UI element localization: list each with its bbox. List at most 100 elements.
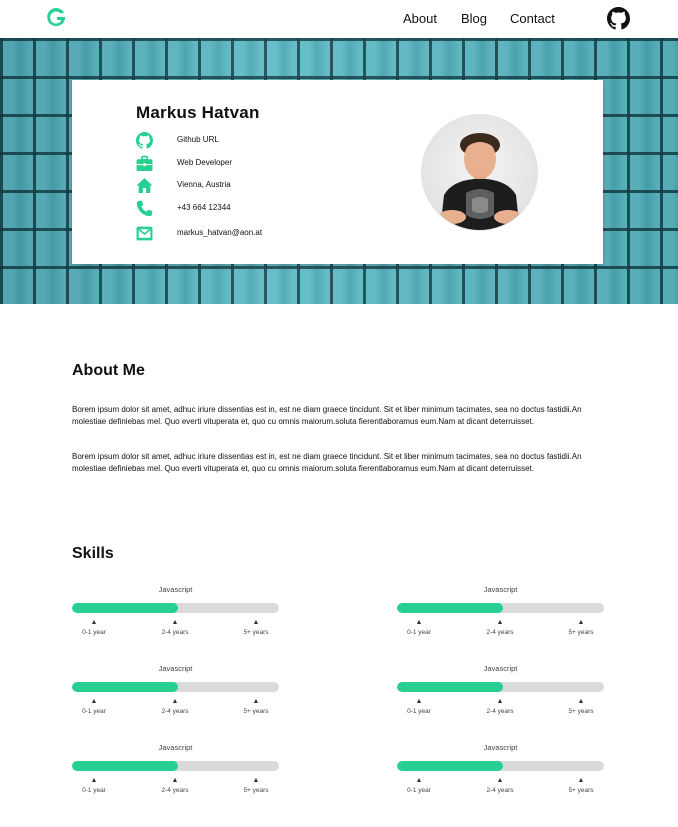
skills-heading: Skills	[72, 545, 114, 562]
tick-arrow-icon: ▲	[171, 698, 179, 705]
tick-arrow-icon: ▲	[496, 777, 504, 784]
email-address[interactable]: markus_hatvan@aon.at	[177, 228, 262, 237]
phone-icon	[136, 200, 153, 217]
tick-arrow-icon: ▲	[496, 619, 504, 626]
skill-name: Javascript	[158, 743, 193, 752]
skill-tick-label: 2-4 years	[161, 787, 189, 794]
tick-arrow-icon: ▲	[415, 777, 423, 784]
skill-name: Javascript	[483, 664, 518, 673]
skill-tick: ▲ 5+ years	[231, 698, 281, 715]
skill-tick: ▲ 0-1 year	[69, 698, 119, 715]
profile-row-phone[interactable]: +43 664 12344	[136, 200, 356, 218]
skill-item: Javascript ▲ 0-1 year ▲ 2-4 years ▲ 5+ year…	[72, 585, 279, 645]
skill-bar	[72, 761, 279, 771]
skill-tick: ▲ 2-4 years	[475, 619, 525, 636]
skill-tick-label: 0-1 year	[407, 787, 431, 794]
avatar-photo	[438, 133, 522, 230]
profile-name: Markus Hatvan	[136, 103, 260, 122]
skill-item: Javascript ▲ 0-1 year ▲ 2-4 years ▲ 5+ year…	[72, 664, 279, 724]
skill-tick-label: 0-1 year	[82, 629, 106, 636]
skill-tick: ▲ 2-4 years	[475, 698, 525, 715]
about-heading: About Me	[72, 362, 145, 379]
tick-arrow-icon: ▲	[171, 777, 179, 784]
skill-tick-label: 5+ years	[568, 629, 594, 636]
profile-row-email[interactable]: markus_hatvan@aon.at	[136, 225, 356, 243]
skill-bar	[397, 761, 604, 771]
skill-item: Javascript ▲ 0-1 year ▲ 2-4 years ▲ 5+ year…	[397, 585, 604, 645]
skill-item: Javascript ▲ 0-1 year ▲ 2-4 years ▲ 5+ year…	[397, 664, 604, 724]
tick-arrow-icon: ▲	[171, 619, 179, 626]
skill-tick-label: 2-4 years	[486, 629, 514, 636]
skill-bar-fill	[72, 682, 178, 692]
skill-tick: ▲ 5+ years	[556, 777, 606, 794]
tick-arrow-icon: ▲	[415, 619, 423, 626]
skill-bar-fill	[72, 761, 178, 771]
skill-bar	[397, 603, 604, 613]
skill-tick-label: 0-1 year	[407, 708, 431, 715]
tick-arrow-icon: ▲	[252, 698, 260, 705]
github-url-link[interactable]: Github URL	[177, 135, 219, 144]
nav-link-contact[interactable]: Contact	[510, 11, 555, 26]
profile-card: Markus Hatvan Github URL Web Developer V…	[72, 80, 603, 264]
skill-tick-label: 5+ years	[243, 787, 269, 794]
skill-tick-label: 5+ years	[568, 708, 594, 715]
about-paragraph: Borem ipsum dolor sit amet, adhuc iriure…	[72, 405, 582, 426]
skill-tick: ▲ 5+ years	[556, 619, 606, 636]
skill-tick-label: 0-1 year	[407, 629, 431, 636]
profile-row-github[interactable]: Github URL	[136, 132, 356, 150]
skill-name: Javascript	[483, 585, 518, 594]
profile-row-location: Vienna, Austria	[136, 177, 356, 195]
home-icon	[136, 178, 153, 193]
nav-link-about[interactable]: About	[403, 11, 437, 26]
phone-number[interactable]: +43 664 12344	[177, 203, 231, 212]
profile-row-job: Web Developer	[136, 155, 356, 173]
skill-bar	[397, 682, 604, 692]
skill-bar-fill	[397, 761, 503, 771]
location: Vienna, Austria	[177, 180, 231, 189]
tick-arrow-icon: ▲	[252, 619, 260, 626]
skill-bar	[72, 603, 279, 613]
skill-tick: ▲ 5+ years	[556, 698, 606, 715]
logo-icon[interactable]	[44, 6, 68, 30]
skill-bar-fill	[397, 682, 503, 692]
skill-tick: ▲ 0-1 year	[394, 777, 444, 794]
skill-tick: ▲ 2-4 years	[150, 619, 200, 636]
nav-link-blog[interactable]: Blog	[461, 11, 487, 26]
job-title: Web Developer	[177, 158, 232, 167]
tick-arrow-icon: ▲	[90, 777, 98, 784]
skill-tick-label: 2-4 years	[161, 629, 189, 636]
tick-arrow-icon: ▲	[90, 698, 98, 705]
skill-tick: ▲ 2-4 years	[475, 777, 525, 794]
mail-icon	[136, 226, 153, 241]
skill-bar-fill	[72, 603, 178, 613]
skill-tick-label: 2-4 years	[486, 708, 514, 715]
tick-arrow-icon: ▲	[415, 698, 423, 705]
skill-bar-fill	[397, 603, 503, 613]
tick-arrow-icon: ▲	[577, 698, 585, 705]
skill-tick: ▲ 0-1 year	[69, 619, 119, 636]
skill-tick-label: 0-1 year	[82, 708, 106, 715]
skill-item: Javascript ▲ 0-1 year ▲ 2-4 years ▲ 5+ year…	[397, 743, 604, 803]
skill-tick: ▲ 0-1 year	[69, 777, 119, 794]
tick-arrow-icon: ▲	[577, 619, 585, 626]
skill-name: Javascript	[158, 664, 193, 673]
skill-name: Javascript	[483, 743, 518, 752]
skill-tick: ▲ 0-1 year	[394, 619, 444, 636]
skill-bar	[72, 682, 279, 692]
skill-tick-label: 0-1 year	[82, 787, 106, 794]
github-icon	[136, 132, 153, 149]
skill-tick-label: 5+ years	[243, 708, 269, 715]
skill-tick-label: 2-4 years	[161, 708, 189, 715]
briefcase-icon	[136, 155, 153, 171]
skill-item: Javascript ▲ 0-1 year ▲ 2-4 years ▲ 5+ year…	[72, 743, 279, 803]
skill-tick: ▲ 0-1 year	[394, 698, 444, 715]
skill-tick: ▲ 5+ years	[231, 619, 281, 636]
skill-tick-label: 2-4 years	[486, 787, 514, 794]
skill-tick-label: 5+ years	[243, 629, 269, 636]
skill-tick: ▲ 2-4 years	[150, 777, 200, 794]
skill-tick-label: 5+ years	[568, 787, 594, 794]
avatar	[421, 114, 538, 231]
tick-arrow-icon: ▲	[90, 619, 98, 626]
about-paragraph: Borem ipsum dolor sit amet, adhuc iriure…	[72, 452, 582, 473]
github-icon[interactable]	[607, 7, 630, 30]
